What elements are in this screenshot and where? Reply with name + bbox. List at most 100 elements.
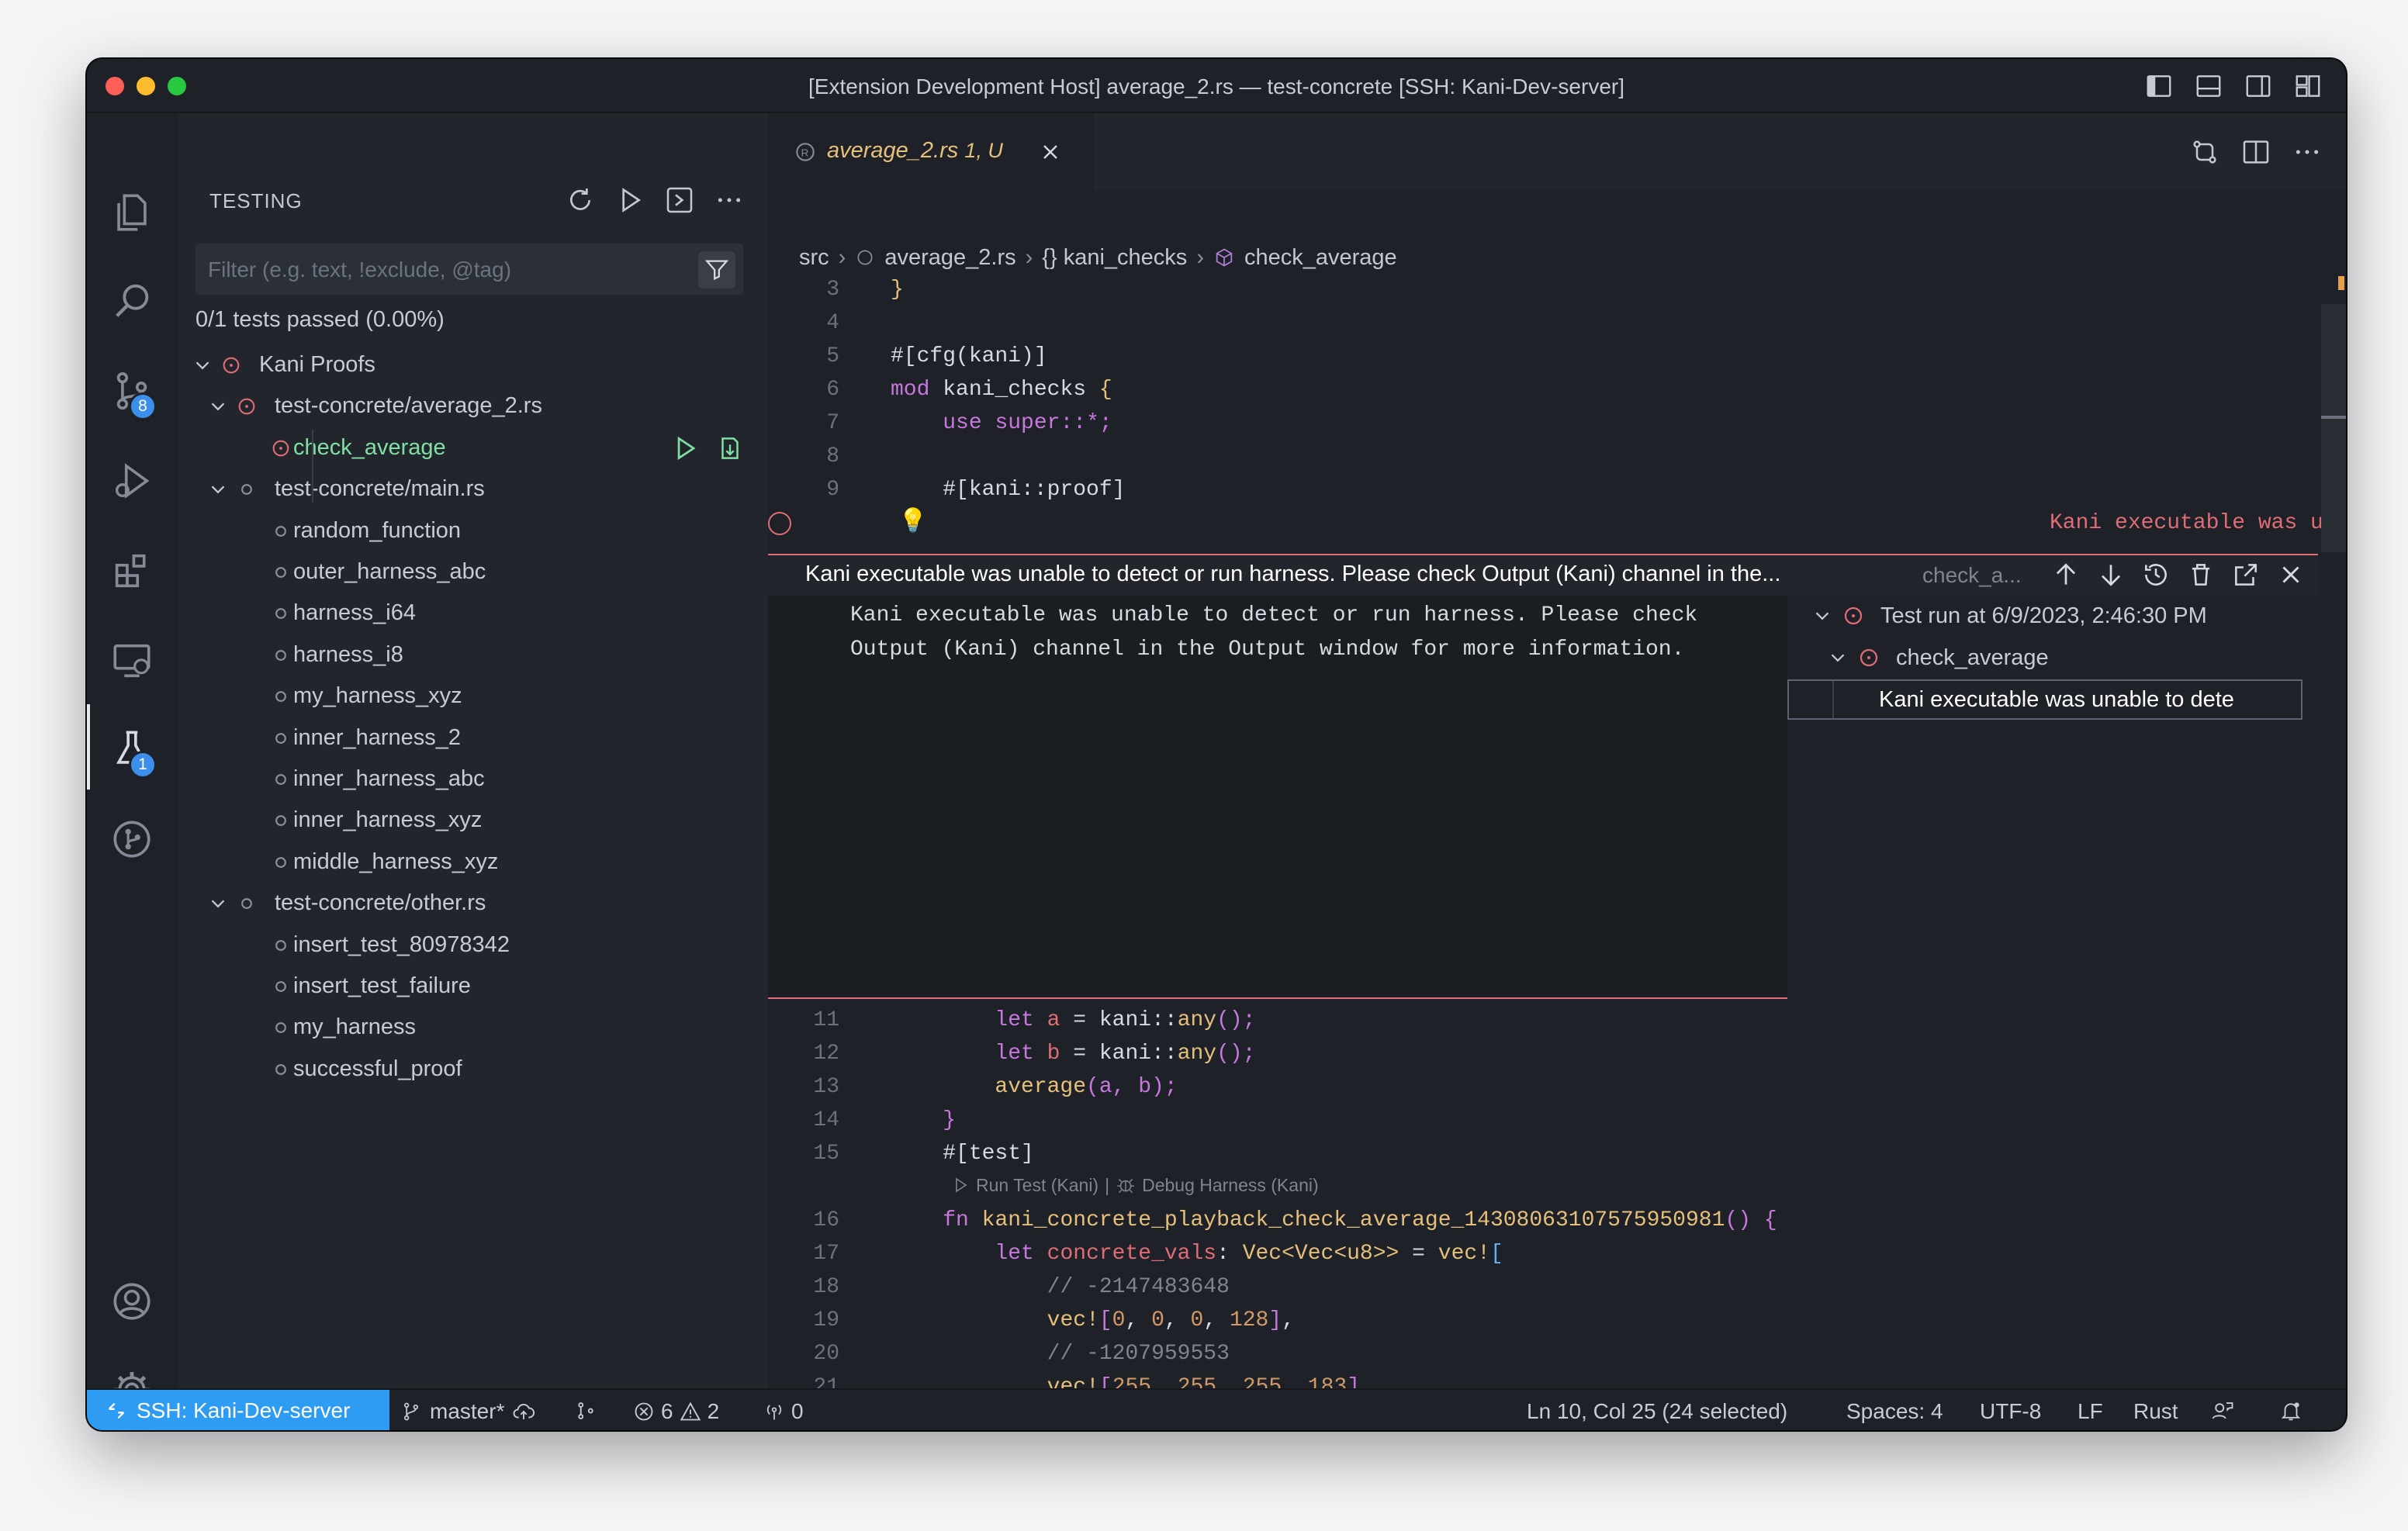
open-changes-icon[interactable] [2189, 137, 2220, 168]
error-icon [635, 1402, 653, 1421]
test-tree-item[interactable]: inner_harness_2 [178, 717, 768, 759]
git-graph-button[interactable] [107, 814, 157, 864]
test-tree-item[interactable]: inner_harness_abc [178, 759, 768, 800]
arrow-up-icon[interactable] [2051, 560, 2081, 589]
trash-icon[interactable] [2186, 560, 2216, 589]
source-control-button[interactable]: 8 [107, 366, 157, 420]
end-of-line[interactable]: LF [2078, 1399, 2103, 1424]
test-tree-item[interactable]: check_average [178, 427, 768, 468]
toggle-panel-icon[interactable] [2194, 71, 2223, 101]
breadcrumb-file[interactable]: average_2.rs [884, 245, 1015, 271]
test-tree-item[interactable]: random_function [178, 510, 768, 551]
test-tree-label: insert_test_failure [293, 973, 471, 998]
editor-more-icon[interactable] [2292, 137, 2323, 168]
line-number: 4 [826, 311, 839, 335]
line-15: #[test] [891, 1137, 1034, 1170]
remote-explorer-button[interactable] [107, 636, 157, 686]
test-tree-item[interactable]: test-concrete/other.rs [178, 883, 768, 924]
cursor-position[interactable]: Ln 10, Col 25 (24 selected) [1527, 1399, 1787, 1424]
token-keyword: fn [943, 1208, 969, 1232]
language-mode[interactable]: Rust [2133, 1399, 2178, 1424]
test-tree-item[interactable]: harness_i8 [178, 634, 768, 676]
search-button[interactable] [107, 276, 157, 326]
feedback-icon[interactable] [2211, 1399, 2234, 1422]
test-run-row[interactable]: Test run at 6/9/2023, 2:46:30 PM [1787, 596, 2302, 636]
peek-message: Kani executable was unable to detect or … [850, 603, 1698, 662]
token-function: any [1177, 1008, 1217, 1032]
testing-button[interactable]: 1 [107, 724, 157, 779]
code-line: 19 vec![0, 0, 0, 128], [768, 1304, 2320, 1337]
error-gutter-icon[interactable] [768, 512, 791, 535]
run-test-icon[interactable] [670, 434, 700, 463]
test-tree-item[interactable]: successful_proof [178, 1049, 768, 1090]
toggle-secondary-sidebar-icon[interactable] [2244, 71, 2273, 101]
chevron-down-icon[interactable] [191, 354, 214, 377]
notifications-bell-icon[interactable] [2279, 1399, 2302, 1422]
cloud-upload-icon[interactable] [512, 1400, 535, 1423]
accounts-button[interactable] [107, 1277, 157, 1326]
code-line: 4 [768, 306, 2320, 340]
debug-all-tests-icon[interactable] [664, 185, 695, 216]
test-tree-item[interactable]: insert_test_failure [178, 966, 768, 1007]
open-external-icon[interactable] [2231, 560, 2261, 589]
test-tree-item[interactable]: my_harness_xyz [178, 676, 768, 717]
unset-status-icon [275, 1022, 286, 1034]
test-tree-item[interactable]: Kani Proofs [178, 344, 768, 385]
extensions-button[interactable] [107, 546, 157, 596]
remote-indicator[interactable]: SSH: Kani-Dev-server [87, 1390, 389, 1430]
close-icon[interactable] [2276, 560, 2306, 589]
breadcrumb-module[interactable]: {} kani_checks [1042, 245, 1187, 271]
chevron-down-icon[interactable] [206, 892, 230, 915]
toggle-primary-sidebar-icon[interactable] [2144, 71, 2174, 101]
test-tree-item[interactable]: my_harness [178, 1007, 768, 1048]
test-tree-item[interactable]: outer_harness_abc [178, 551, 768, 593]
chevron-down-icon[interactable] [206, 395, 230, 418]
token-attr: #[cfg(kani)] [891, 344, 1047, 368]
history-icon[interactable] [2141, 560, 2171, 589]
breadcrumb-function[interactable]: check_average [1244, 245, 1397, 271]
lightbulb-icon[interactable]: 💡 [898, 506, 927, 540]
unset-status-icon [275, 525, 286, 537]
test-result-row[interactable]: check_average [1787, 638, 2302, 678]
breadcrumb-src[interactable]: src [799, 245, 829, 271]
editor-scrollbar[interactable] [2321, 304, 2346, 552]
arrow-down-icon[interactable] [2096, 560, 2126, 589]
token-number: 0 [1112, 1308, 1126, 1332]
customize-layout-icon[interactable] [2293, 71, 2323, 101]
filter-button[interactable] [698, 251, 735, 289]
test-tree-item[interactable]: test-concrete/average_2.rs [178, 385, 768, 427]
unset-status-icon [275, 1063, 286, 1075]
codelens-debug-harness[interactable]: Debug Harness (Kani) [1142, 1175, 1319, 1196]
test-tree-item[interactable]: middle_harness_xyz [178, 842, 768, 883]
token-keyword: let [995, 1042, 1034, 1066]
problems-indicator[interactable]: 6 2 [633, 1399, 719, 1424]
run-all-tests-icon[interactable] [614, 185, 645, 216]
test-tree-label: test-concrete/other.rs [275, 890, 486, 916]
code-line: 5 #[cfg(kani)] [768, 340, 2320, 373]
sync-icon[interactable] [574, 1399, 597, 1422]
encoding[interactable]: UTF-8 [1980, 1399, 2041, 1424]
explorer-button[interactable] [107, 188, 157, 237]
refresh-tests-icon[interactable] [565, 185, 596, 216]
line-number: 17 [813, 1242, 839, 1266]
line-number: 16 [813, 1208, 839, 1232]
test-tree-item[interactable]: inner_harness_xyz [178, 800, 768, 841]
test-tree-item[interactable]: harness_i64 [178, 593, 768, 634]
tab-average-2-rs[interactable]: R average_2.rs 1, U [768, 113, 1094, 191]
token-ident: kani_checks [943, 378, 1087, 402]
test-tree-item[interactable]: test-concrete/main.rs [178, 468, 768, 510]
codelens-run-test[interactable]: Run Test (Kani) [976, 1175, 1098, 1196]
token-function: average [995, 1075, 1087, 1099]
indentation[interactable]: Spaces: 4 [1846, 1399, 1943, 1424]
close-tab-icon[interactable] [1038, 140, 1063, 164]
test-tree-item[interactable]: insert_test_80978342 [178, 924, 768, 966]
run-debug-button[interactable] [107, 456, 157, 506]
ports-indicator[interactable]: 0 [763, 1399, 804, 1424]
split-editor-icon[interactable] [2240, 137, 2271, 168]
test-filter-input[interactable] [208, 253, 673, 287]
more-actions-icon[interactable] [714, 185, 745, 216]
test-message-row[interactable]: Kani executable was unable to dete [1787, 679, 2302, 720]
go-to-test-icon[interactable] [715, 434, 745, 463]
branch-indicator[interactable]: master* [400, 1399, 535, 1424]
chevron-down-icon[interactable] [206, 478, 230, 501]
